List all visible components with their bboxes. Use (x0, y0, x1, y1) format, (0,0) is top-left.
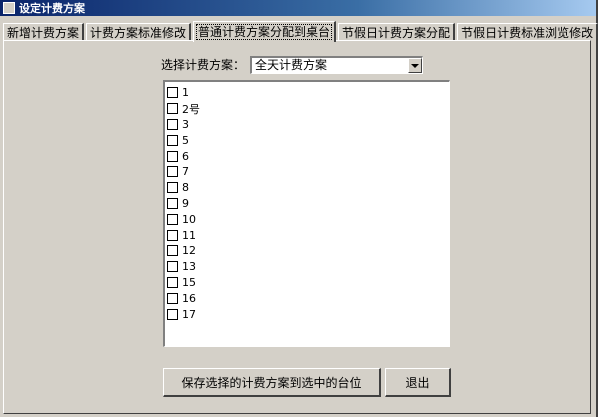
checkbox[interactable] (167, 245, 178, 257)
scheme-select[interactable]: 全天计费方案 (250, 56, 423, 74)
checkbox[interactable] (167, 213, 178, 225)
table-checklist[interactable]: 1 2号 3 5 6 7 8 9 10 11 12 13 15 16 17 (163, 80, 450, 347)
save-button[interactable]: 保存选择的计费方案到选中的台位 (163, 368, 381, 397)
list-item[interactable]: 11 (165, 227, 449, 243)
list-item[interactable]: 5 (165, 132, 449, 148)
app-icon (3, 2, 15, 14)
checkbox[interactable] (167, 87, 178, 99)
list-item[interactable]: 6 (165, 148, 449, 164)
checkbox[interactable] (167, 261, 178, 273)
list-item[interactable]: 7 (165, 164, 449, 180)
checkbox[interactable] (167, 182, 178, 194)
list-item[interactable]: 16 (165, 290, 449, 306)
list-item[interactable]: 13 (165, 259, 449, 275)
checkbox[interactable] (167, 197, 178, 209)
checkbox[interactable] (167, 229, 178, 241)
tab-strip: 新增计费方案 计费方案标准修改 普通计费方案分配到桌台 节假日计费方案分配 节假… (3, 20, 600, 42)
checkbox[interactable] (167, 292, 178, 304)
list-item[interactable]: 15 (165, 275, 449, 291)
checkbox[interactable] (167, 103, 178, 115)
chevron-down-icon (411, 63, 419, 68)
list-item[interactable]: 3 (165, 117, 449, 133)
tab-new-scheme[interactable]: 新增计费方案 (3, 23, 85, 41)
list-item[interactable]: 2号 (165, 101, 449, 117)
checkbox[interactable] (167, 150, 178, 162)
list-item[interactable]: 9 (165, 196, 449, 212)
scheme-label: 选择计费方案： (161, 58, 246, 72)
tab-edit-scheme-standard[interactable]: 计费方案标准修改 (86, 23, 192, 41)
list-item[interactable]: 8 (165, 180, 449, 196)
checkbox[interactable] (167, 276, 178, 288)
list-item[interactable]: 17 (165, 306, 449, 322)
checkbox[interactable] (167, 134, 178, 146)
checkbox[interactable] (167, 308, 178, 320)
title-bar: 设定计费方案 (0, 0, 596, 16)
checkbox[interactable] (167, 166, 178, 178)
window-title: 设定计费方案 (19, 2, 85, 15)
dropdown-button[interactable] (408, 58, 422, 73)
scheme-select-value: 全天计费方案 (255, 58, 328, 72)
tab-assign-to-tables[interactable]: 普通计费方案分配到桌台 (193, 21, 337, 42)
tab-holiday-assign[interactable]: 节假日计费方案分配 (338, 23, 456, 41)
list-item[interactable]: 10 (165, 211, 449, 227)
checkbox[interactable] (167, 118, 178, 130)
exit-button[interactable]: 退出 (385, 368, 451, 397)
tab-holiday-browse[interactable]: 节假日计费标准浏览修改 (457, 23, 599, 41)
list-item[interactable]: 12 (165, 243, 449, 259)
list-item[interactable]: 1 (165, 85, 449, 101)
